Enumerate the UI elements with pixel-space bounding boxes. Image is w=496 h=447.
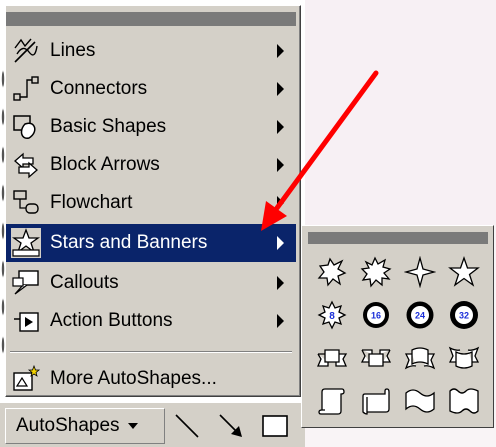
shape-cell[interactable] <box>442 250 486 293</box>
curved-down-ribbon-icon <box>448 346 480 369</box>
autoshapes-button[interactable]: AutoShapes <box>5 408 165 444</box>
basic-shapes-icon <box>13 115 36 139</box>
curved-up-ribbon-icon <box>404 346 436 369</box>
shape-cell[interactable]: 24 <box>398 293 442 336</box>
action-buttons-icon <box>14 312 39 332</box>
star-badge-label: 24 <box>415 310 425 320</box>
submenu-drag-handle[interactable] <box>308 232 488 244</box>
star-badge-label: 32 <box>459 310 469 320</box>
shape-cell[interactable] <box>354 379 398 422</box>
8-point-star-icon: 8 <box>317 300 347 329</box>
menu-separator <box>10 351 292 353</box>
shape-palette: 8 16 24 32 <box>310 250 488 422</box>
flowchart-icon <box>13 190 39 214</box>
menu-item-callouts[interactable]: Callouts <box>6 264 296 302</box>
more-autoshapes-icon <box>13 364 41 391</box>
shape-cell[interactable] <box>442 379 486 422</box>
vertical-scroll-icon <box>318 387 345 415</box>
shape-cell[interactable] <box>310 379 354 422</box>
menu-item-label: More AutoShapes... <box>50 368 217 389</box>
menu-item-stars-and-banners[interactable]: Stars and Banners <box>6 224 296 262</box>
submenu-arrow-icon <box>277 120 284 134</box>
connectors-icon <box>13 76 39 101</box>
block-arrows-icon <box>14 152 38 179</box>
shape-cell[interactable] <box>354 336 398 379</box>
shape-cell[interactable] <box>310 336 354 379</box>
menu-item-label: Stars and Banners <box>50 232 208 253</box>
lines-icon <box>14 38 38 63</box>
line-tool-icon[interactable] <box>172 411 202 441</box>
horizontal-scroll-icon <box>362 387 390 415</box>
menu-item-connectors[interactable]: Connectors <box>6 70 296 108</box>
32-point-star-icon: 32 <box>450 300 478 329</box>
menu-item-flowchart[interactable]: Flowchart <box>6 184 296 222</box>
16-point-star-icon: 16 <box>363 301 389 328</box>
menu-item-label: Basic Shapes <box>50 116 167 137</box>
menu-item-label: Callouts <box>50 272 119 293</box>
stars-banners-icon <box>11 228 41 258</box>
submenu-arrow-icon <box>277 196 284 210</box>
shape-cell[interactable]: 8 <box>310 293 354 336</box>
explosion-1-icon <box>317 257 347 287</box>
menu-item-block-arrows[interactable]: Block Arrows <box>6 146 296 184</box>
star-badge-label: 8 <box>329 311 335 322</box>
autoshapes-label: AutoShapes <box>16 415 120 436</box>
shape-cell[interactable] <box>398 336 442 379</box>
24-point-star-icon: 24 <box>406 301 434 328</box>
up-ribbon-icon <box>317 348 348 367</box>
callouts-icon <box>12 270 39 295</box>
menu-item-action-buttons[interactable]: Action Buttons <box>6 302 296 340</box>
arrow-tool-icon[interactable] <box>216 411 246 441</box>
slide-area <box>305 0 496 225</box>
submenu-arrow-icon <box>277 158 284 172</box>
star-badge-label: 16 <box>371 310 381 320</box>
shape-cell[interactable]: 16 <box>354 293 398 336</box>
submenu-arrow-icon <box>277 82 284 96</box>
submenu-arrow-icon <box>277 44 284 58</box>
wave-icon <box>405 388 435 413</box>
submenu-arrow-icon <box>277 314 284 328</box>
shape-cell[interactable] <box>398 379 442 422</box>
double-wave-icon <box>449 387 479 414</box>
shape-cell[interactable]: 32 <box>442 293 486 336</box>
shape-cell[interactable] <box>398 250 442 293</box>
menu-item-lines[interactable]: Lines <box>6 32 296 70</box>
menu-item-label: Block Arrows <box>50 154 160 175</box>
5-point-star-icon <box>448 255 480 287</box>
down-ribbon-icon <box>360 348 392 367</box>
shape-cell[interactable] <box>354 250 398 293</box>
menu-item-label: Action Buttons <box>50 310 173 331</box>
shape-cell[interactable] <box>310 250 354 293</box>
4-point-star-icon <box>404 255 436 288</box>
explosion-2-icon <box>360 255 392 288</box>
menu-item-basic-shapes[interactable]: Basic Shapes <box>6 108 296 146</box>
drawing-toolbar: AutoShapes <box>0 402 305 447</box>
menu-item-more-autoshapes[interactable]: More AutoShapes... <box>6 360 296 398</box>
menu-item-label: Connectors <box>50 78 148 99</box>
menu-item-label: Lines <box>50 40 96 61</box>
shape-cell[interactable] <box>442 336 486 379</box>
rectangle-tool-icon[interactable] <box>260 411 290 441</box>
submenu-arrow-icon <box>277 236 284 250</box>
menu-item-label: Flowchart <box>50 192 133 213</box>
submenu-arrow-icon <box>277 276 284 290</box>
stars-banners-submenu: 8 16 24 32 <box>301 225 494 428</box>
menu-drag-handle[interactable] <box>6 12 296 26</box>
chevron-down-icon <box>127 423 138 429</box>
